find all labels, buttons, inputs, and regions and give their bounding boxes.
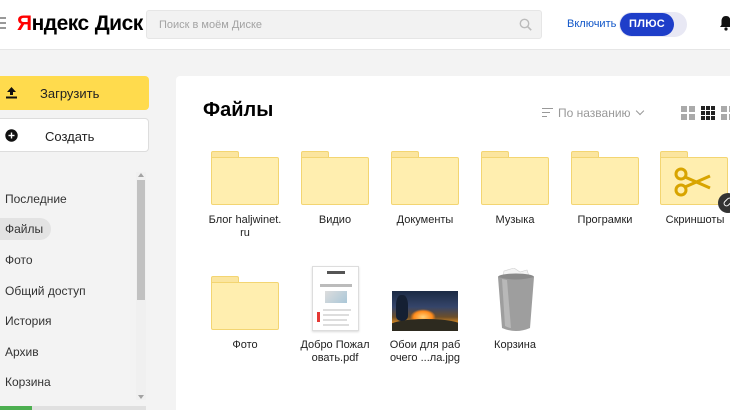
yandex-disk-logo[interactable]: Яндекс Диск [17, 12, 143, 36]
upload-icon [6, 87, 17, 99]
scroll-up-arrow[interactable] [138, 173, 144, 177]
view-list-icon[interactable] [721, 106, 730, 120]
sidebar-item-archive[interactable]: Архив [0, 336, 140, 367]
folder-icon [200, 150, 290, 210]
plus-circle-icon [5, 129, 18, 142]
file-item[interactable]: Блог haljwinet. ru [200, 150, 290, 239]
sidebar-item-history[interactable]: История [0, 305, 140, 336]
file-name: Корзина [494, 339, 536, 351]
file-item[interactable]: Скриншоты [640, 150, 730, 227]
header: ЯндексДиск Включить ПЛЮС [0, 0, 730, 50]
file-item[interactable]: Документы [380, 150, 470, 227]
sidebar-item-trash[interactable]: Корзина [0, 366, 140, 397]
sidebar-item-photo[interactable]: Фото [0, 244, 140, 275]
create-button[interactable]: Создать [0, 118, 149, 152]
sort-dropdown[interactable]: По названию [542, 106, 644, 120]
sidebar-item-files[interactable]: Файлы [0, 214, 140, 245]
file-item[interactable]: Музыка [470, 150, 560, 227]
sidebar-item-shared[interactable]: Общий доступ [0, 275, 140, 306]
file-name: Блог haljwinet. ru [208, 214, 282, 239]
search-box [146, 10, 542, 39]
bell-icon[interactable] [719, 15, 730, 31]
folder-icon [380, 150, 470, 210]
file-item[interactable]: Програмки [560, 150, 650, 227]
file-name: Музыка [495, 214, 535, 226]
search-icon[interactable] [519, 18, 532, 31]
file-item[interactable]: Корзина [470, 266, 560, 352]
plus-toggle[interactable]: ПЛЮС [619, 12, 687, 37]
chevron-down-icon [635, 106, 644, 116]
scroll-down-arrow[interactable] [138, 395, 144, 399]
file-name: Добро Пожал овать.pdf [300, 339, 370, 364]
create-label: Создать [45, 129, 95, 144]
folder-icon [200, 275, 290, 335]
file-item[interactable]: Добро Пожал овать.pdf [290, 266, 380, 364]
image-thumbnail [380, 270, 470, 335]
file-name: Фото [232, 339, 258, 351]
file-name: Обои для раб очего ...ла.jpg [389, 339, 461, 364]
sidebar-nav: Последние Файлы Фото Общий доступ Истори… [0, 183, 140, 397]
view-large-tiles-icon[interactable] [681, 106, 695, 120]
sort-icon [542, 107, 553, 120]
file-name: Скриншоты [665, 214, 725, 226]
sidebar-scrollbar[interactable] [136, 172, 146, 400]
scroll-thumb[interactable] [137, 180, 145, 300]
file-item[interactable]: Обои для раб очего ...ла.jpg [380, 270, 470, 364]
trash-icon [470, 266, 560, 335]
storage-usage-bar [0, 406, 146, 410]
plus-label: ПЛЮС [620, 13, 674, 36]
search-input[interactable] [147, 11, 507, 38]
file-name: Програмки [577, 214, 633, 226]
view-small-tiles-icon[interactable] [701, 106, 715, 120]
upload-label: Загрузить [40, 86, 100, 101]
scissors-icon [674, 167, 711, 197]
scissors-folder-icon [640, 150, 730, 210]
folder-icon [560, 150, 650, 210]
menu-icon[interactable] [0, 17, 6, 29]
pdf-thumbnail [290, 266, 380, 335]
file-name: Документы [396, 214, 454, 226]
sidebar-item-recent[interactable]: Последние [0, 183, 140, 214]
file-name: Видио [318, 214, 352, 226]
sort-label: По названию [558, 106, 631, 120]
upload-button[interactable]: Загрузить [0, 76, 149, 110]
file-item[interactable]: Фото [200, 275, 290, 352]
folder-icon [290, 150, 380, 210]
file-item[interactable]: Видио [290, 150, 380, 227]
enable-plus-link[interactable]: Включить [567, 18, 616, 30]
page-title: Файлы [203, 99, 274, 121]
folder-icon [470, 150, 560, 210]
